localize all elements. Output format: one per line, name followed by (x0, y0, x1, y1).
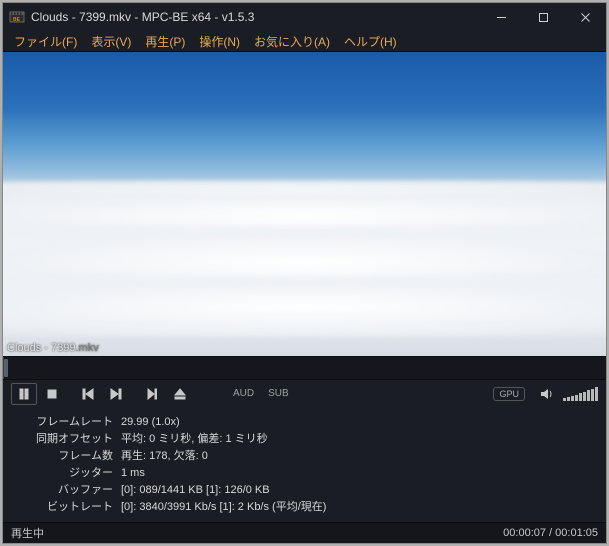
stats-framerate-value: 29.99 (1.0x) (121, 414, 180, 431)
pause-button[interactable] (11, 383, 37, 405)
window-title: Clouds - 7399.mkv - MPC-BE x64 - v1.5.3 (31, 10, 480, 24)
stats-jitter-label: ジッター (23, 465, 121, 482)
titlebar[interactable]: BE Clouds - 7399.mkv - MPC-BE x64 - v1.5… (3, 3, 606, 31)
menubar: ファイル(F) 表示(V) 再生(P) 操作(N) お気に入り(A) ヘルプ(H… (3, 31, 606, 52)
stats-jitter-value: 1 ms (121, 465, 145, 482)
video-area[interactable]: Clouds - 7399.mkv (3, 52, 606, 356)
stats-framerate-label: フレームレート (23, 414, 121, 431)
volume-slider[interactable] (563, 387, 598, 401)
volume-icon[interactable] (537, 384, 557, 404)
close-button[interactable] (564, 3, 606, 31)
seek-thumb[interactable] (4, 359, 8, 377)
menu-play[interactable]: 再生(P) (138, 31, 192, 52)
stats-syncoffset-value: 平均: 0 ミリ秒, 偏差: 1 ミリ秒 (121, 431, 268, 448)
seek-bar[interactable] (3, 356, 606, 380)
next-button[interactable] (103, 383, 129, 405)
gpu-button[interactable]: GPU (493, 387, 525, 401)
time-display: 00:00:07 / 00:01:05 (503, 527, 598, 539)
step-button[interactable] (139, 383, 165, 405)
menu-favorites[interactable]: お気に入り(A) (247, 31, 337, 52)
prev-button[interactable] (75, 383, 101, 405)
maximize-button[interactable] (522, 3, 564, 31)
stop-button[interactable] (39, 383, 65, 405)
app-icon: BE (9, 9, 25, 25)
audio-track-button[interactable]: AUD (227, 388, 260, 399)
stats-buffer-value: [0]: 089/1441 KB [1]: 126/0 KB (121, 482, 270, 499)
status-bar: 再生中 00:00:07 / 00:01:05 (3, 522, 606, 543)
minimize-button[interactable] (480, 3, 522, 31)
stats-bitrate-label: ビットレート (23, 499, 121, 516)
stats-frames-label: フレーム数 (23, 448, 121, 465)
svg-text:BE: BE (13, 17, 21, 23)
subtitle-track-button[interactable]: SUB (262, 388, 295, 399)
eject-button[interactable] (167, 383, 193, 405)
stats-panel: フレームレート29.99 (1.0x) 同期オフセット平均: 0 ミリ秒, 偏差… (3, 408, 606, 522)
menu-navigate[interactable]: 操作(N) (192, 31, 247, 52)
filename-ext: .mkv (76, 342, 99, 354)
time-elapsed: 00:00:07 (503, 527, 546, 539)
stats-bitrate-value: [0]: 3840/3991 Kb/s [1]: 2 Kb/s (平均/現在) (121, 499, 326, 516)
stats-frames-value: 再生: 178, 欠落: 0 (121, 448, 208, 465)
filename-text: Clouds - 7399 (7, 342, 76, 354)
app-window: BE Clouds - 7399.mkv - MPC-BE x64 - v1.5… (3, 3, 606, 543)
playback-state: 再生中 (11, 525, 44, 541)
filename-overlay: Clouds - 7399.mkv (3, 340, 103, 356)
menu-help[interactable]: ヘルプ(H) (337, 31, 404, 52)
control-bar: AUD SUB GPU (3, 380, 606, 408)
time-total: 00:01:05 (555, 527, 598, 539)
menu-view[interactable]: 表示(V) (84, 31, 138, 52)
stats-syncoffset-label: 同期オフセット (23, 431, 121, 448)
menu-file[interactable]: ファイル(F) (7, 31, 84, 52)
stats-buffer-label: バッファー (23, 482, 121, 499)
